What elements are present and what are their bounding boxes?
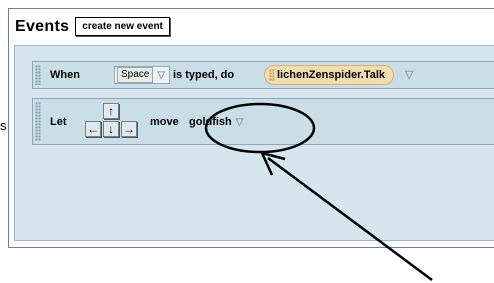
events-header: Events create new event	[9, 9, 494, 44]
key-dropdown[interactable]: Space ▽	[114, 66, 171, 84]
page-edge-letter: s	[0, 118, 7, 133]
events-title: Events	[15, 17, 70, 35]
is-typed-do-label: is typed, do	[173, 69, 235, 81]
method-call-tile[interactable]: lichenZenspider.Talk	[264, 65, 394, 85]
chevron-down-icon[interactable]: ▽	[405, 68, 413, 81]
method-value: lichenZenspider.Talk	[277, 69, 385, 81]
arrow-down-icon[interactable]: ↓	[103, 121, 119, 137]
drag-handle-icon	[269, 69, 274, 81]
when-key-typed-event-block[interactable]: When Space ▽ is typed, do lichenZenspide…	[32, 61, 494, 89]
arrow-right-icon[interactable]: →	[121, 121, 137, 137]
arrow-left-icon[interactable]: ←	[85, 121, 101, 137]
chevron-down-icon: ▽	[235, 116, 244, 128]
chevron-down-icon: ▽	[157, 69, 166, 81]
let-label: Let	[50, 115, 67, 128]
object-value: goldfish	[189, 116, 232, 128]
object-dropdown[interactable]: goldfish ▽	[185, 112, 247, 132]
let-arrow-keys-event-block[interactable]: Let ↑ ← ↓ → move goldfish ▽	[32, 98, 494, 145]
move-label: move	[150, 115, 179, 128]
events-panel: Events create new event When Space ▽ is …	[8, 8, 494, 248]
create-new-event-button[interactable]: create new event	[75, 17, 170, 36]
arrow-up-icon[interactable]: ↑	[103, 103, 119, 119]
events-workspace: When Space ▽ is typed, do lichenZenspide…	[14, 45, 494, 241]
key-value: Space	[117, 67, 154, 83]
when-label: When	[50, 69, 80, 81]
